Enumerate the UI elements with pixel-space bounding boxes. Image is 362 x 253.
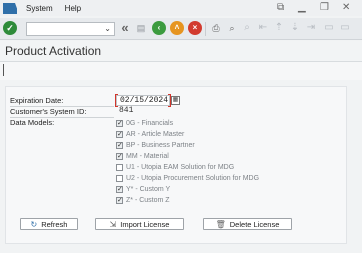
model-label: Z* - Custom Z xyxy=(126,196,170,204)
refresh-button[interactable]: ↻ Refresh xyxy=(20,218,78,230)
model-label: MM - Material xyxy=(126,152,169,160)
cancel-icon[interactable]: × xyxy=(188,21,202,35)
model-label: Y* - Custom Y xyxy=(126,185,171,193)
last-page-icon: ⇥ xyxy=(306,22,316,33)
model-label: U2 - Utopia Procurement Solution for MDG xyxy=(126,174,260,182)
menu-bar: System Help ⧉ ▁ ❐ ✕ xyxy=(0,0,362,16)
checkbox-y[interactable]: ✓ xyxy=(116,185,123,193)
model-row[interactable]: U2 - Utopia Procurement Solution for MDG xyxy=(116,173,259,183)
command-field[interactable]: ⌄ xyxy=(26,22,115,36)
exit-icon[interactable]: ˄ xyxy=(170,21,184,35)
double-chevron-left-icon[interactable]: « xyxy=(118,21,132,35)
new-session-icon: ▭ xyxy=(324,22,334,33)
model-row[interactable]: ✓ AR - Article Master xyxy=(116,129,184,139)
minimize-icon[interactable]: ▁ xyxy=(298,2,306,14)
model-row[interactable]: ✓ Z* - Custom Z xyxy=(116,195,170,205)
menu-system[interactable]: System xyxy=(26,4,53,13)
restore-icon[interactable]: ❐ xyxy=(320,2,329,14)
delete-license-button[interactable]: 🗑 Delete License xyxy=(203,218,292,230)
enter-icon[interactable]: ✓ xyxy=(3,21,17,35)
checkbox-mm[interactable]: ✓ xyxy=(116,152,123,160)
refresh-icon: ↻ xyxy=(30,219,38,229)
save-icon[interactable]: ▤ xyxy=(134,21,148,35)
model-label: U1 - Utopia EAM Solution for MDG xyxy=(126,163,235,171)
data-models-label: Data Models: xyxy=(10,118,55,127)
refresh-label: Refresh xyxy=(41,219,68,229)
calendar-icon[interactable]: ▦ xyxy=(171,96,180,105)
back-icon[interactable]: ‹ xyxy=(152,21,166,35)
first-page-icon: ⇤ xyxy=(258,22,268,33)
close-icon[interactable]: ✕ xyxy=(342,2,350,14)
import-license-button[interactable]: ⇲ Import License xyxy=(95,218,184,230)
checkbox-z[interactable]: ✓ xyxy=(116,196,123,204)
menu-help[interactable]: Help xyxy=(65,4,81,13)
next-page-icon: ⇣ xyxy=(290,22,300,33)
trash-icon: 🗑 xyxy=(215,219,226,229)
model-row[interactable]: ✓ MM - Material xyxy=(116,151,169,161)
model-label: BP - Business Partner xyxy=(126,141,195,149)
find-icon[interactable]: ⌕ xyxy=(225,21,239,35)
sap-logo xyxy=(3,2,19,14)
main-content: Expiration Date: 02/15/2024 ▦ Customer's… xyxy=(5,86,347,244)
model-row[interactable]: ✓ 0G - Financials xyxy=(116,118,173,128)
model-label: AR - Article Master xyxy=(126,130,185,138)
layout-icon[interactable]: ⧉ xyxy=(277,2,284,14)
text-cursor xyxy=(3,64,4,76)
model-label: 0G - Financials xyxy=(126,119,174,127)
model-row[interactable]: ✓ Y* - Custom Y xyxy=(116,184,170,194)
print-icon[interactable]: ⎙ xyxy=(209,21,223,35)
toolbar-separator xyxy=(205,22,206,36)
model-row[interactable]: U1 - Utopia EAM Solution for MDG xyxy=(116,162,234,172)
system-toolbar: ✓ ⌄ « ▤ ‹ ˄ × ⎙ ⌕ ⌕ ⇤ ⇡ ⇣ ⇥ ▭ ▭ xyxy=(0,18,362,40)
checkbox-u1[interactable] xyxy=(116,163,123,171)
checkbox-0g[interactable]: ✓ xyxy=(116,119,123,127)
checkbox-bp[interactable]: ✓ xyxy=(116,141,123,149)
system-id-label: Customer's System ID: xyxy=(10,107,87,116)
title-bar: Product Activation xyxy=(0,41,362,62)
delete-label: Delete License xyxy=(229,219,280,229)
shortcut-icon: ▭ xyxy=(340,22,350,33)
expiration-date-value: 02/15/2024 xyxy=(120,96,169,105)
find-next-icon: ⌕ xyxy=(244,22,250,33)
import-icon: ⇲ xyxy=(109,219,117,229)
expiration-date-field[interactable]: 02/15/2024 xyxy=(115,94,171,107)
application-toolbar xyxy=(0,62,362,80)
expiration-date-label: Expiration Date: xyxy=(10,96,64,105)
checkbox-ar[interactable]: ✓ xyxy=(116,130,123,138)
system-id-field: 841 xyxy=(119,106,134,115)
checkbox-u2[interactable] xyxy=(116,174,123,182)
page-title: Product Activation xyxy=(5,44,102,58)
previous-page-icon: ⇡ xyxy=(274,22,284,33)
import-label: Import License xyxy=(120,219,170,229)
model-row[interactable]: ✓ BP - Business Partner xyxy=(116,140,195,150)
chevron-down-icon[interactable]: ⌄ xyxy=(104,24,111,33)
